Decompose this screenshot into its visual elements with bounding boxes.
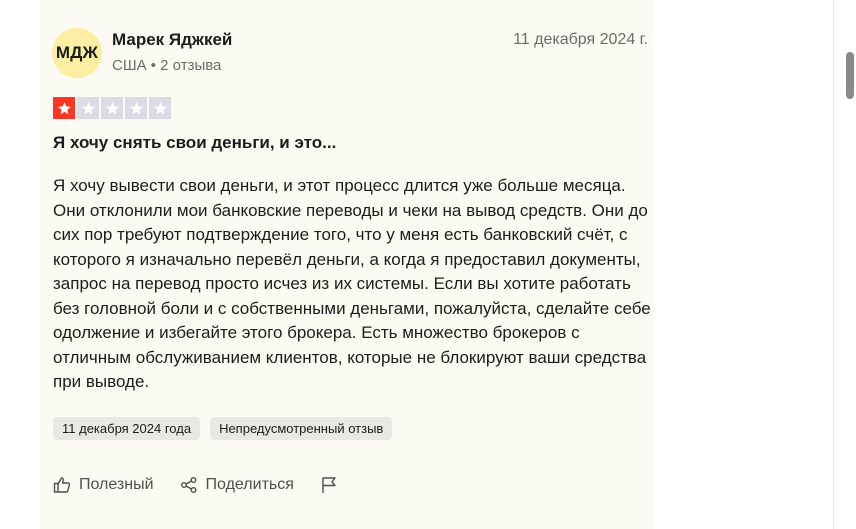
flag-icon: [322, 477, 336, 493]
scrollbar[interactable]: [833, 0, 856, 529]
scrollbar-thumb[interactable]: [846, 52, 854, 99]
star-rating: [53, 97, 171, 119]
star-empty: [125, 97, 147, 119]
report-button[interactable]: [320, 476, 338, 494]
author-name[interactable]: Марек Яджкей: [112, 30, 232, 50]
thumbs-up-icon: [53, 477, 71, 493]
star-empty: [77, 97, 99, 119]
star-empty: [101, 97, 123, 119]
review-date: 11 декабря 2024 г.: [513, 31, 648, 48]
star-icon: [57, 101, 71, 114]
experience-date-tag: 11 декабря 2024 года: [53, 417, 201, 440]
star-icon: [105, 101, 119, 114]
review-title[interactable]: Я хочу снять свои деньги, и это...: [53, 133, 336, 153]
star-icon: [129, 101, 143, 114]
review-body: Я хочу вывести свои деньги, и этот проце…: [53, 176, 651, 391]
star-icon: [153, 101, 167, 114]
star-icon: [81, 101, 95, 114]
unprompted-review-tag[interactable]: Непредусмотренный отзыв: [210, 417, 393, 440]
star-empty: [149, 97, 171, 119]
share-label: Поделиться: [205, 476, 294, 493]
avatar[interactable]: МДЖ: [52, 28, 102, 78]
star-filled: [53, 97, 75, 119]
review-tags: 11 декабря 2024 года Непредусмотренный о…: [53, 417, 393, 440]
useful-label: Полезный: [79, 476, 154, 493]
share-icon: [180, 477, 197, 493]
share-button[interactable]: Поделиться: [180, 476, 294, 494]
review-actions: Полезный Поделиться: [53, 474, 338, 496]
author-meta: США • 2 отзыва: [112, 57, 222, 74]
page: МДЖ Марек Яджкей США • 2 отзыва 11 декаб…: [0, 0, 856, 529]
useful-button[interactable]: Полезный: [53, 476, 154, 494]
